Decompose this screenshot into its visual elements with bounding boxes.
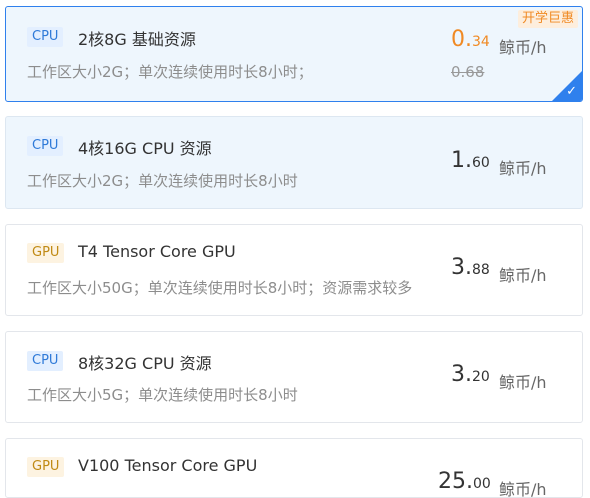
price-integer: 0. [451, 27, 472, 52]
resource-description: 工作区大小2G；单次连续使用时长8小时 [27, 172, 298, 190]
resource-option-gpu-v100[interactable]: GPU V100 Tensor Core GPU 25.00 鲸币/h [5, 438, 583, 498]
resource-type-badge: GPU [27, 457, 65, 477]
price-decimal: 20 [472, 369, 490, 385]
promo-badge: 开学巨惠 [517, 10, 578, 28]
resource-title: T4 Tensor Core GPU [78, 242, 236, 261]
resource-type-badge: CPU [27, 136, 64, 156]
resource-price: 3.20 [451, 362, 490, 387]
resource-price: 3.88 [451, 255, 490, 280]
price-integer: 1. [451, 148, 472, 173]
resource-option-cpu-8c32g[interactable]: CPU 8核32G CPU 资源 工作区大小5G；单次连续使用时长8小时 3.2… [5, 331, 583, 423]
resource-title: 8核32G CPU 资源 [78, 354, 212, 373]
resource-price: 25.00 [438, 469, 491, 494]
resource-option-cpu-4c16g[interactable]: CPU 4核16G CPU 资源 工作区大小2G；单次连续使用时长8小时 1.6… [5, 116, 583, 209]
resource-description: 工作区大小5G；单次连续使用时长8小时 [27, 386, 298, 404]
resource-option-cpu-2c8g[interactable]: CPU 2核8G 基础资源 工作区大小2G；单次连续使用时长8小时； 0.34 … [5, 6, 583, 102]
price-integer: 25. [438, 469, 473, 494]
price-unit: 鲸币/h [499, 38, 547, 57]
price-unit: 鲸币/h [499, 480, 547, 498]
price-unit: 鲸币/h [499, 266, 547, 285]
original-price: 0.68 [451, 63, 485, 81]
price-integer: 3. [451, 255, 472, 280]
resource-type-badge: CPU [27, 351, 64, 371]
resource-title: V100 Tensor Core GPU [78, 456, 258, 475]
price-decimal: 00 [473, 476, 491, 492]
price-decimal: 60 [472, 155, 490, 171]
price-unit: 鲸币/h [499, 373, 547, 392]
resource-description: 工作区大小2G；单次连续使用时长8小时； [27, 63, 313, 81]
resource-price: 1.60 [451, 148, 490, 173]
resource-title: 4核16G CPU 资源 [78, 139, 212, 158]
resource-option-gpu-t4[interactable]: GPU T4 Tensor Core GPU 工作区大小50G；单次连续使用时长… [5, 224, 583, 316]
resource-title: 2核8G 基础资源 [78, 30, 196, 49]
resource-description: 工作区大小50G；单次连续使用时长8小时；资源需求较多 [27, 279, 413, 297]
resource-price: 0.34 [451, 27, 490, 52]
price-decimal: 88 [472, 262, 490, 278]
resource-type-badge: GPU [27, 243, 65, 263]
price-unit: 鲸币/h [499, 159, 547, 178]
resource-type-badge: CPU [27, 27, 64, 47]
price-decimal: 34 [472, 34, 490, 50]
price-integer: 3. [451, 362, 472, 387]
check-icon: ✓ [566, 84, 577, 99]
